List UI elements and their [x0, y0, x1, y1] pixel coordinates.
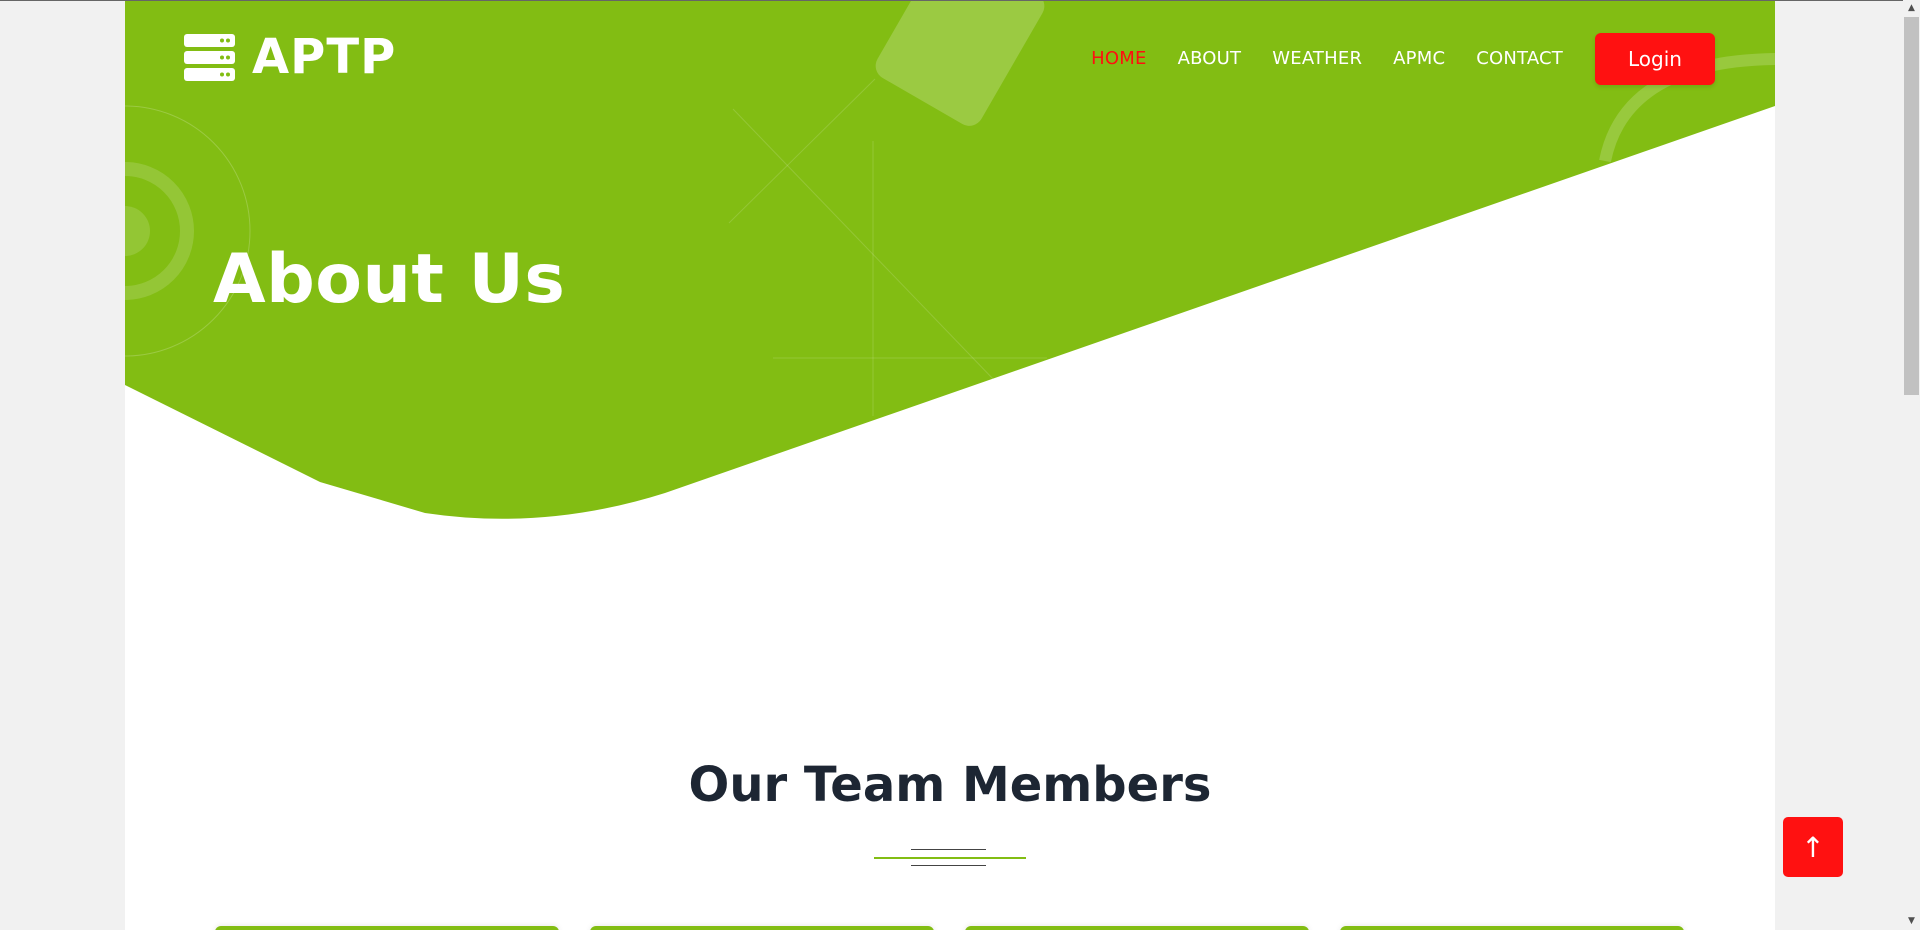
scroll-up-arrow-icon[interactable]: ▲ — [1903, 0, 1920, 17]
team-member-card[interactable] — [215, 926, 559, 930]
nav-item-contact[interactable]: CONTACT — [1476, 33, 1563, 85]
server-icon — [184, 33, 235, 81]
team-member-card[interactable] — [590, 926, 934, 930]
section-divider — [874, 849, 1026, 867]
team-member-card[interactable] — [1340, 926, 1684, 930]
login-button[interactable]: Login — [1595, 33, 1715, 85]
team-member-card[interactable] — [965, 926, 1309, 930]
brand-name: APTP — [252, 29, 397, 85]
scroll-down-arrow-icon[interactable]: ▼ — [1903, 913, 1920, 930]
nav-item-apmc[interactable]: APMC — [1393, 33, 1445, 85]
vertical-scrollbar[interactable]: ▲ ▼ — [1903, 0, 1920, 930]
page-container: APTP HOME ABOUT WEATHER APMC CONTACT Log… — [125, 1, 1775, 930]
main-nav: HOME ABOUT WEATHER APMC CONTACT Login — [1091, 33, 1715, 85]
brand-logo[interactable]: APTP — [184, 31, 396, 83]
team-section-title: Our Team Members — [688, 757, 1212, 813]
scrollbar-thumb[interactable] — [1904, 17, 1919, 395]
nav-item-home[interactable]: HOME — [1091, 33, 1146, 85]
arrow-up-icon: ↑ — [1801, 830, 1825, 864]
nav-item-about[interactable]: ABOUT — [1178, 33, 1242, 85]
scroll-to-top-button[interactable]: ↑ — [1783, 817, 1843, 877]
nav-item-weather[interactable]: WEATHER — [1272, 33, 1362, 85]
page-title: About Us — [213, 240, 566, 319]
